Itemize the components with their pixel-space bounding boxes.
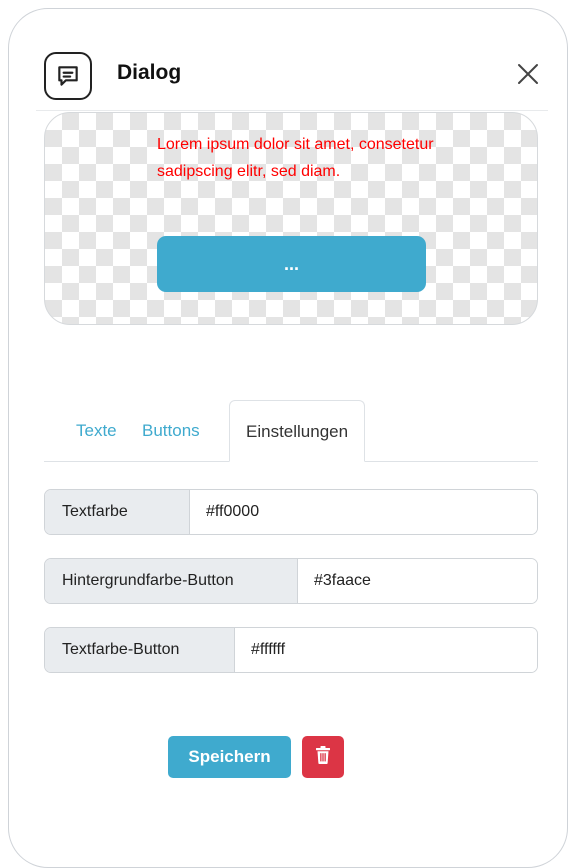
textfarbe-input-group: Textfarbe	[44, 489, 538, 535]
hintergrundfarbe-button-input-group: Hintergrundfarbe-Button	[44, 558, 538, 604]
dialog-preview: Lorem ipsum dolor sit amet, consetetur s…	[44, 112, 538, 325]
dialog-header: Dialog	[36, 44, 548, 111]
textfarbe-button-input[interactable]	[235, 628, 537, 672]
delete-button[interactable]	[302, 736, 344, 778]
close-icon[interactable]	[514, 60, 542, 88]
preview-button[interactable]: ...	[157, 236, 426, 292]
trash-icon	[315, 745, 331, 769]
textfarbe-button-label: Textfarbe-Button	[45, 628, 235, 672]
settings-tabs: Texte Buttons Einstellungen	[44, 400, 538, 462]
tab-buttons[interactable]: Buttons	[142, 400, 200, 460]
hintergrundfarbe-button-label: Hintergrundfarbe-Button	[45, 559, 298, 603]
save-button[interactable]: Speichern	[168, 736, 291, 778]
dialog-title: Dialog	[117, 61, 182, 84]
preview-text: Lorem ipsum dolor sit amet, consetetur s…	[157, 136, 434, 180]
textfarbe-input[interactable]	[190, 490, 537, 534]
message-square-icon	[44, 52, 92, 100]
textfarbe-button-input-group: Textfarbe-Button	[44, 627, 538, 673]
tab-einstellungen[interactable]: Einstellungen	[229, 400, 366, 462]
textfarbe-label: Textfarbe	[45, 490, 190, 534]
tab-texte[interactable]: Texte	[76, 400, 117, 460]
hintergrundfarbe-button-input[interactable]	[298, 559, 537, 603]
